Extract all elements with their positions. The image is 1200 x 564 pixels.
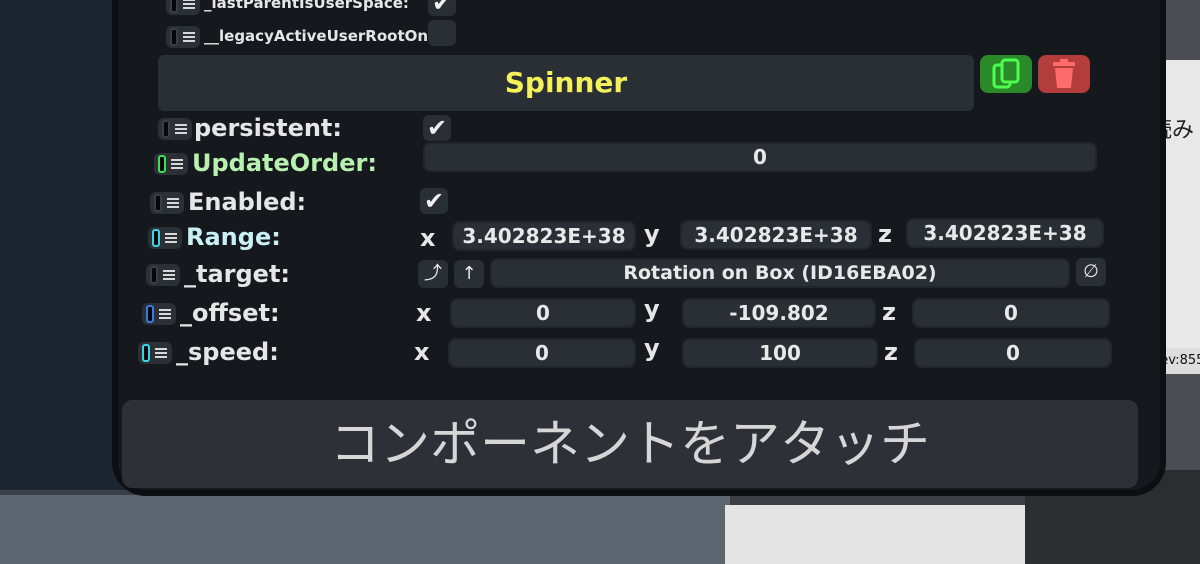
menu-icon[interactable]	[159, 307, 171, 321]
drag-knob[interactable]	[146, 305, 154, 323]
check-icon: ✔	[431, 0, 453, 17]
field-label-persistent: persistent:	[194, 114, 342, 142]
axis-label-y: y	[644, 334, 660, 362]
field-handle[interactable]	[166, 0, 200, 15]
field-label-offset: _offset:	[180, 299, 280, 327]
range-y-input[interactable]: 3.402823E+38	[680, 220, 872, 250]
field-label-enabled: Enabled:	[188, 188, 307, 216]
field-label-legacy-active: __legacyActiveUserRootOnly:	[204, 27, 449, 45]
field-label-speed: _speed:	[176, 338, 279, 366]
field-handle[interactable]	[166, 26, 200, 48]
offset-x-input[interactable]: 0	[450, 298, 636, 328]
inspector-panel: _lastParentIsUserSpace: ✔ __legacyActive…	[118, 0, 1160, 490]
axis-label-x: x	[416, 299, 432, 327]
drag-knob[interactable]	[170, 28, 178, 46]
checkbox-persistent[interactable]: ✔	[423, 115, 451, 141]
grab-reference-button[interactable]: ↑	[454, 260, 484, 288]
speed-x-input[interactable]: 0	[448, 338, 636, 368]
axis-label-y: y	[644, 220, 660, 248]
speed-z-input[interactable]: 0	[914, 338, 1112, 368]
menu-icon[interactable]	[155, 346, 167, 360]
speed-y-input[interactable]: 100	[682, 338, 878, 368]
drag-knob[interactable]	[158, 155, 166, 173]
range-x-input[interactable]: 3.402823E+38	[452, 221, 636, 251]
checkbox-enabled[interactable]: ✔	[420, 188, 448, 214]
menu-icon[interactable]	[163, 268, 175, 282]
up-arrow-icon: ↑	[461, 263, 477, 284]
menu-icon[interactable]	[175, 122, 187, 136]
menu-icon[interactable]	[183, 30, 195, 44]
check-icon: ✔	[426, 114, 448, 142]
field-handle[interactable]	[148, 227, 182, 249]
menu-icon[interactable]	[165, 231, 177, 245]
drag-knob[interactable]	[150, 266, 158, 284]
floor-left	[0, 495, 730, 564]
duplicate-icon	[992, 58, 1020, 89]
target-reference-field[interactable]: Rotation on Box (ID16EBA02)	[490, 258, 1070, 288]
check-icon: ✔	[423, 187, 445, 215]
axis-label-z: z	[882, 298, 896, 326]
drag-knob[interactable]	[142, 344, 150, 362]
attach-component-button[interactable]: コンポーネントをアタッチ	[122, 400, 1138, 488]
null-icon: ∅	[1083, 261, 1099, 282]
checkbox-last-parent[interactable]: ✔	[428, 0, 456, 16]
update-order-input[interactable]: 0	[423, 142, 1097, 172]
field-label-last-parent: _lastParentIsUserSpace:	[204, 0, 409, 12]
menu-icon[interactable]	[167, 196, 179, 210]
offset-y-input[interactable]: -109.802	[682, 298, 876, 328]
delete-button[interactable]	[1038, 55, 1090, 93]
trash-icon	[1053, 59, 1075, 88]
duplicate-button[interactable]	[980, 55, 1032, 93]
field-handle[interactable]	[146, 264, 180, 286]
field-handle[interactable]	[138, 342, 172, 364]
drag-knob[interactable]	[170, 0, 178, 13]
jump-icon: ⤴	[424, 263, 442, 284]
axis-label-x: x	[414, 338, 430, 366]
drag-knob[interactable]	[152, 229, 160, 247]
jump-to-reference-button[interactable]: ⤴	[418, 260, 448, 288]
field-label-target: _target:	[184, 260, 291, 288]
axis-label-z: z	[878, 220, 892, 248]
range-z-input[interactable]: 3.402823E+38	[906, 218, 1104, 248]
drag-knob[interactable]	[154, 194, 162, 212]
axis-label-y: y	[644, 295, 660, 323]
field-label-range: Range:	[186, 223, 281, 251]
axis-label-x: x	[420, 224, 436, 252]
field-label-update-order: UpdateOrder:	[192, 149, 377, 177]
clear-reference-button[interactable]: ∅	[1076, 258, 1106, 286]
field-handle[interactable]	[142, 303, 176, 325]
menu-icon[interactable]	[171, 157, 183, 171]
field-handle[interactable]	[158, 118, 192, 140]
menu-icon[interactable]	[183, 0, 195, 11]
checkbox-legacy-active[interactable]	[428, 20, 456, 46]
axis-label-z: z	[884, 338, 898, 366]
field-handle[interactable]	[154, 153, 188, 175]
floor-middle	[725, 505, 1025, 564]
offset-z-input[interactable]: 0	[912, 298, 1110, 328]
drag-knob[interactable]	[162, 120, 170, 138]
component-title-bar[interactable]: Spinner	[158, 55, 974, 111]
field-handle[interactable]	[150, 192, 184, 214]
